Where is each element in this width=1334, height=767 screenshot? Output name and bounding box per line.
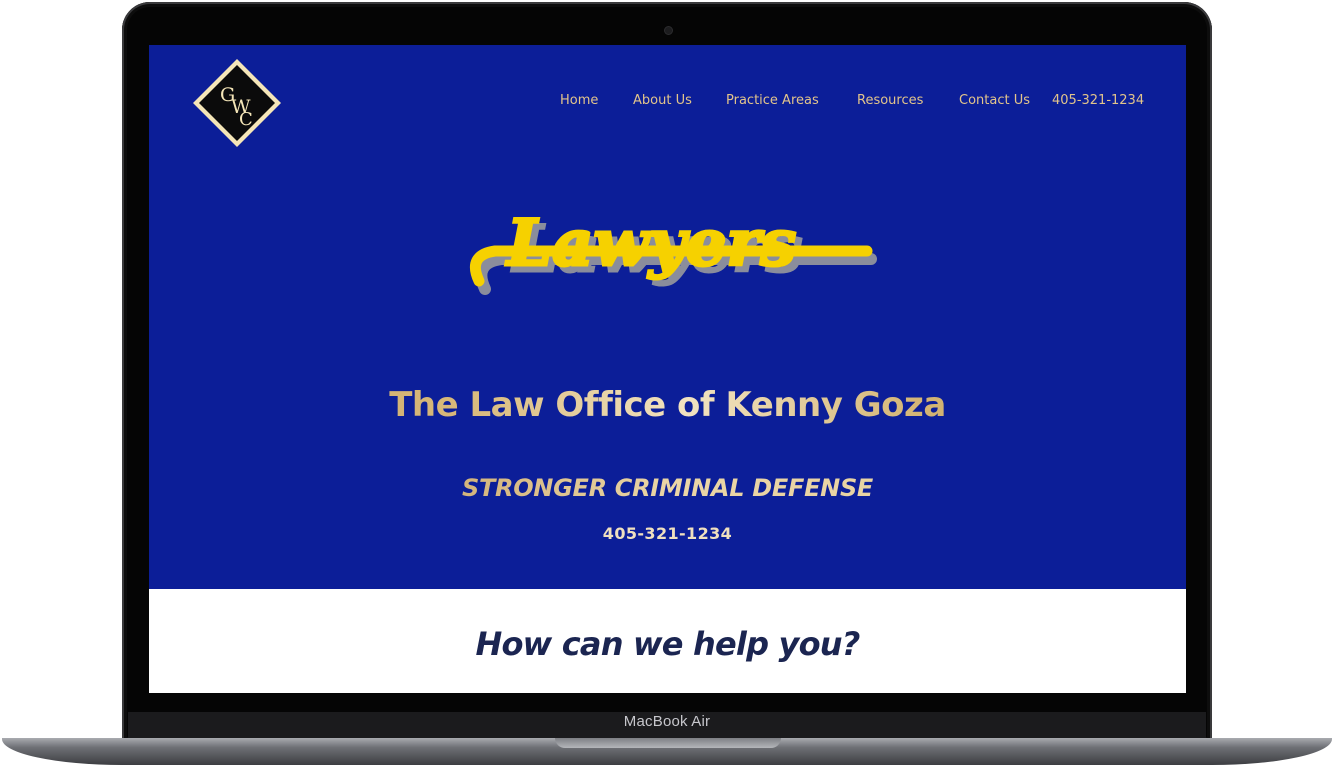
device-label: MacBook Air xyxy=(623,713,711,730)
laptop-base-notch xyxy=(555,738,781,748)
hero-tagline: STRONGER CRIMINAL DEFENSE xyxy=(149,474,1186,502)
help-section: How can we help you? xyxy=(149,589,1186,693)
help-heading: How can we help you? xyxy=(475,625,860,663)
lawyers-script-graphic: Lawyers Lawyers xyxy=(470,205,877,295)
nav-contact-us[interactable]: Contact Us xyxy=(959,93,1030,108)
nav-home[interactable]: Home xyxy=(560,93,598,108)
nav-about-us[interactable]: About Us xyxy=(633,93,692,108)
lawyers-text: Lawyers xyxy=(505,206,796,281)
nav-practice-areas[interactable]: Practice Areas xyxy=(726,93,819,108)
hero-section: G W C Home About Us Practice Areas Resou… xyxy=(149,45,1186,589)
camera-icon xyxy=(664,26,673,35)
hero-phone[interactable]: 405-321-1234 xyxy=(149,524,1186,543)
main-nav: Home About Us Practice Areas Resources C… xyxy=(149,93,1186,113)
nav-resources[interactable]: Resources xyxy=(857,93,923,108)
nav-phone-link[interactable]: 405-321-1234 xyxy=(1052,93,1144,108)
hero-title: The Law Office of Kenny Goza xyxy=(149,385,1186,425)
browser-screen: G W C Home About Us Practice Areas Resou… xyxy=(149,45,1186,693)
